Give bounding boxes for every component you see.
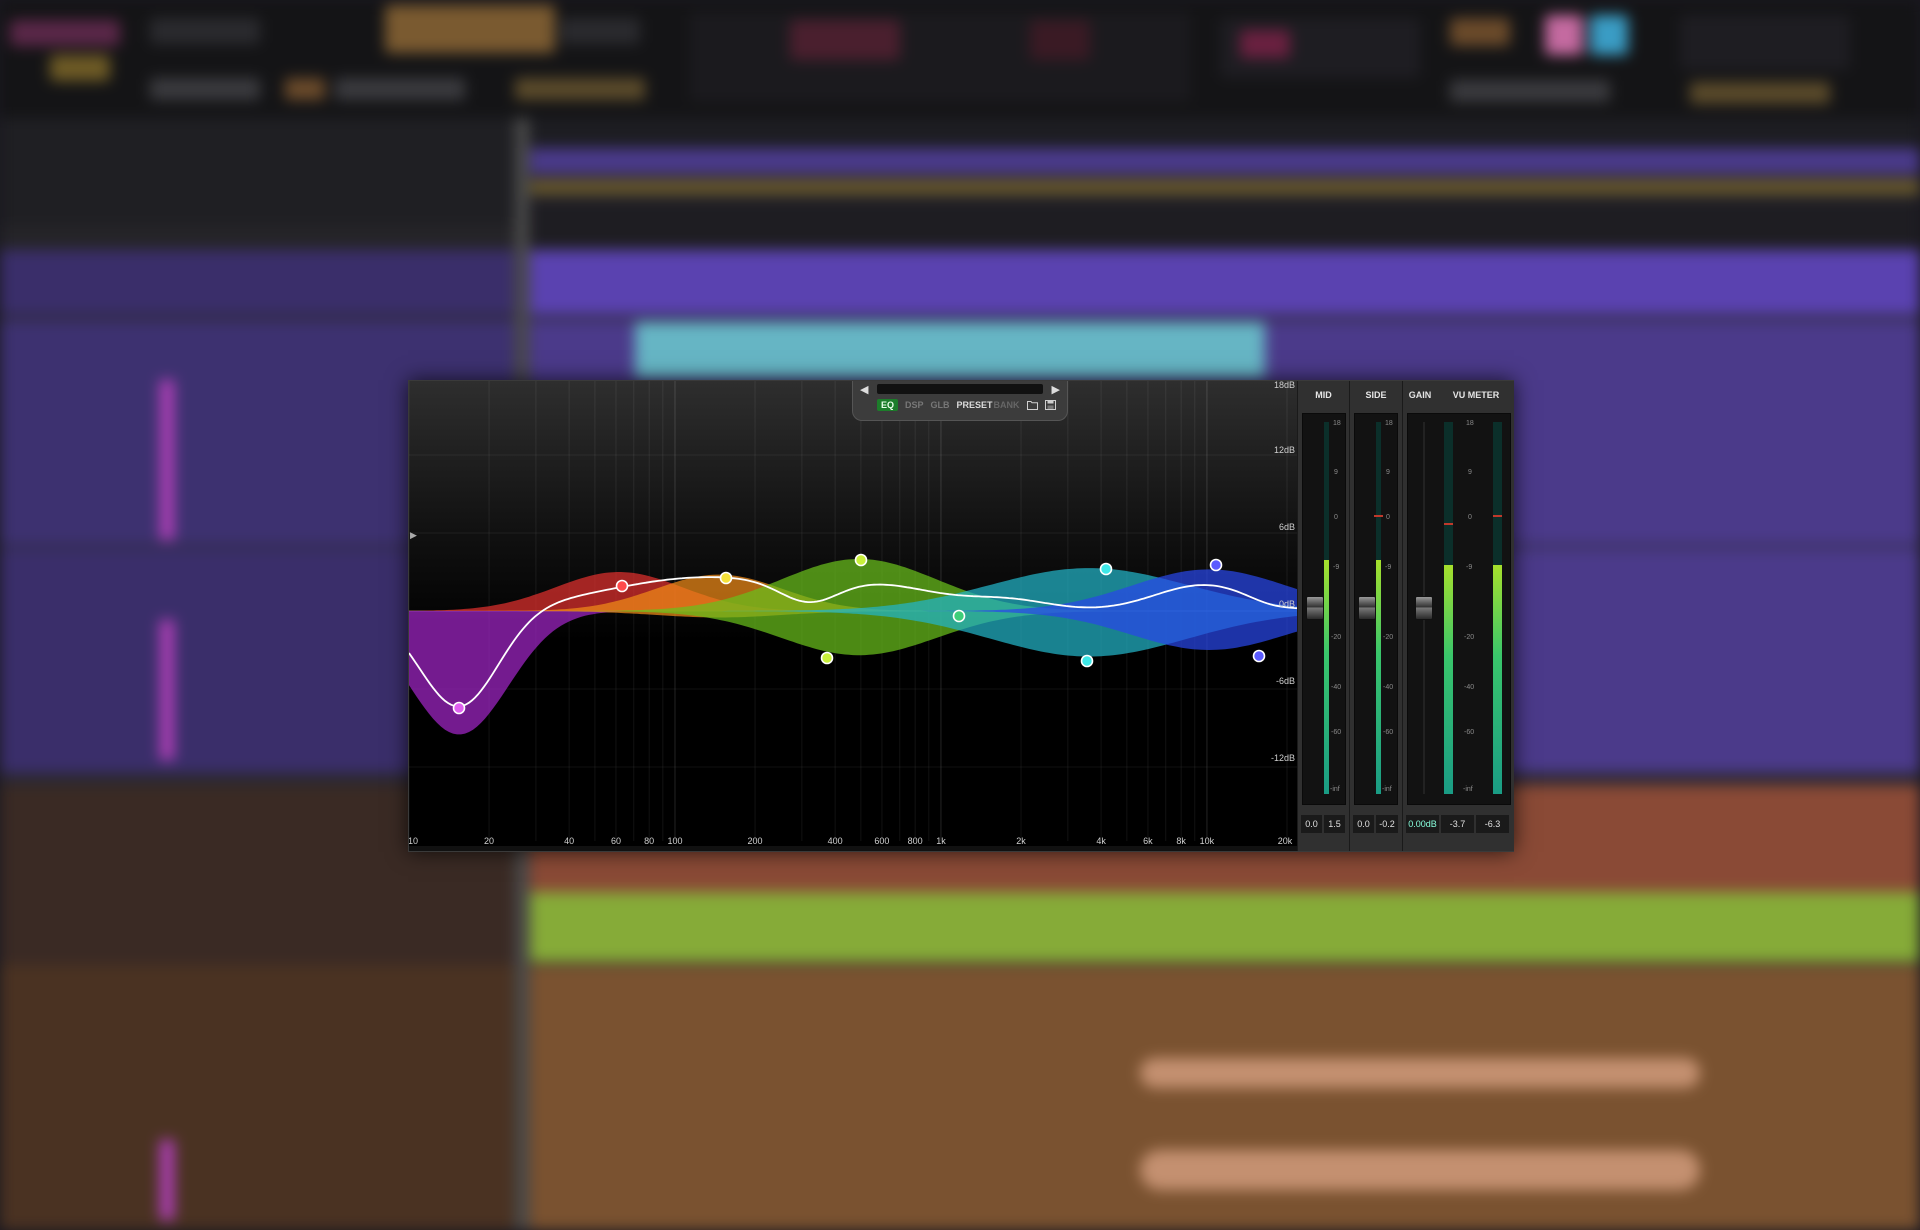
- meter-section: MID 18 9 0 -9 -20 -40 -60 -inf 0.0 1.5 S…: [1297, 381, 1514, 851]
- eq-band-handle[interactable]: [615, 579, 629, 593]
- frequency-label: 80: [644, 836, 655, 846]
- side-gain-fader[interactable]: [1358, 596, 1376, 620]
- side-readout-left: 0.0: [1353, 815, 1374, 833]
- meter-scale-label: -60: [1464, 729, 1475, 736]
- meter-scale-label: 18: [1466, 420, 1474, 427]
- meter-scale-label: -40: [1331, 684, 1342, 691]
- panel-expand-arrow[interactable]: ▶: [410, 530, 417, 541]
- vu-meter-title: VU METER: [1452, 390, 1500, 400]
- frequency-label: 20: [484, 836, 495, 846]
- frequency-label: 40: [564, 836, 575, 846]
- mid-gain-fader[interactable]: [1306, 596, 1324, 620]
- transport-toolbar: [0, 0, 1920, 118]
- meter-scale-label: -40: [1464, 684, 1475, 691]
- preset-name-display[interactable]: [877, 384, 1043, 394]
- meter-scale-label: -60: [1331, 729, 1342, 736]
- meter-scale-label: -60: [1383, 729, 1394, 736]
- meter-scale-label: -inf: [1463, 786, 1473, 793]
- meter-scale-label: 9: [1334, 469, 1338, 476]
- next-preset-button[interactable]: ▶: [1052, 383, 1060, 396]
- frequency-label: 6k: [1143, 836, 1153, 846]
- meter-scale-label: -inf: [1330, 786, 1340, 793]
- meter-scale-label: 9: [1468, 469, 1472, 476]
- gain-vu-panel: GAIN VU METER 18 9 0 -9 -20 -40 -60 -inf: [1402, 381, 1514, 851]
- meter-scale-label: 0: [1386, 514, 1390, 521]
- meter-scale-label: -40: [1383, 684, 1394, 691]
- side-readout-right: -0.2: [1376, 815, 1398, 833]
- meter-scale-label: -20: [1383, 634, 1394, 641]
- eq-band-handle[interactable]: [1252, 649, 1266, 663]
- frequency-label: 20k: [1277, 836, 1293, 846]
- frequency-label: 10k: [1199, 836, 1215, 846]
- frequency-label: 600: [874, 836, 890, 846]
- eq-band-handle[interactable]: [452, 701, 466, 715]
- eq-band-handle[interactable]: [952, 609, 966, 623]
- tab-preset[interactable]: PRESET: [957, 400, 993, 410]
- frequency-label: 8k: [1176, 836, 1186, 846]
- db-label: -6dB: [1275, 676, 1295, 686]
- meter-scale-label: -20: [1464, 634, 1475, 641]
- mode-tabs: EQ DSP GLB PRESET BANK: [877, 399, 1056, 411]
- meter-scale-label: 0: [1468, 514, 1472, 521]
- meter-scale-label: -9: [1385, 564, 1392, 571]
- tab-glb[interactable]: GLB: [931, 400, 950, 410]
- tab-eq[interactable]: EQ: [877, 399, 899, 411]
- gain-readout[interactable]: 0.00dB: [1406, 815, 1439, 833]
- vu-readout-left: -3.7: [1441, 815, 1474, 833]
- frequency-label: 60: [610, 836, 621, 846]
- output-gain-fader[interactable]: [1415, 596, 1433, 620]
- preset-navigator: ◀ ▶ EQ DSP GLB PRESET BANK: [852, 381, 1068, 421]
- save-icon[interactable]: [1044, 400, 1056, 410]
- meter-scale-label: 18: [1333, 420, 1341, 427]
- frequency-scale-bar: [409, 846, 1297, 851]
- eq-band-handle[interactable]: [1209, 558, 1223, 572]
- frequency-label: 10: [409, 836, 419, 846]
- side-meter-panel: SIDE 18 9 0 -9 -20 -40 -60 -inf 0.0 -0.2: [1349, 381, 1402, 851]
- frequency-label: 200: [747, 836, 763, 846]
- frequency-label: 100: [667, 836, 683, 846]
- meter-scale-label: 9: [1386, 469, 1390, 476]
- db-label: 18dB: [1273, 381, 1295, 390]
- mid-meter-title: MID: [1315, 390, 1332, 400]
- frequency-label: 4k: [1096, 836, 1106, 846]
- frequency-label: 800: [907, 836, 923, 846]
- eq-graph[interactable]: ▶ 18dB 12dB 6dB 0dB -6dB -12dB 10 20 40 60 8…: [409, 381, 1297, 851]
- timeline-ruler: [530, 118, 1920, 148]
- meter-scale-label: 0: [1334, 514, 1338, 521]
- frequency-label: 2k: [1016, 836, 1026, 846]
- vu-readout-right: -6.3: [1476, 815, 1509, 833]
- db-label: 12dB: [1273, 445, 1295, 455]
- db-label: 0dB: [1278, 599, 1295, 609]
- eq-band-handle[interactable]: [1080, 654, 1094, 668]
- db-label: -12dB: [1270, 753, 1295, 763]
- side-meter-title: SIDE: [1365, 390, 1387, 400]
- eq-band-handle[interactable]: [820, 651, 834, 665]
- frequency-label: 1k: [936, 836, 946, 846]
- db-label: 6dB: [1278, 522, 1295, 532]
- meter-scale-label: 18: [1385, 420, 1393, 427]
- previous-preset-button[interactable]: ◀: [860, 383, 868, 396]
- meter-scale-label: -20: [1331, 634, 1342, 641]
- eq-plugin-window: ▶ 18dB 12dB 6dB 0dB -6dB -12dB 10 20 40 60 8…: [408, 380, 1514, 852]
- mid-meter-panel: MID 18 9 0 -9 -20 -40 -60 -inf 0.0 1.5: [1297, 381, 1349, 851]
- eq-band-handle[interactable]: [719, 571, 733, 585]
- tab-bank[interactable]: BANK: [994, 400, 1020, 410]
- tab-dsp[interactable]: DSP: [905, 400, 924, 410]
- eq-band-handle[interactable]: [1099, 562, 1113, 576]
- folder-icon[interactable]: [1026, 400, 1038, 410]
- meter-scale-label: -9: [1466, 564, 1473, 571]
- mid-readout-right: 1.5: [1324, 815, 1345, 833]
- meter-scale-label: -9: [1333, 564, 1340, 571]
- eq-curve-canvas[interactable]: [409, 381, 1297, 851]
- gain-title: GAIN: [1408, 390, 1432, 400]
- frequency-label: 400: [827, 836, 843, 846]
- meter-scale-label: -inf: [1382, 786, 1392, 793]
- mid-readout-left: 0.0: [1301, 815, 1322, 833]
- eq-band-handle[interactable]: [854, 553, 868, 567]
